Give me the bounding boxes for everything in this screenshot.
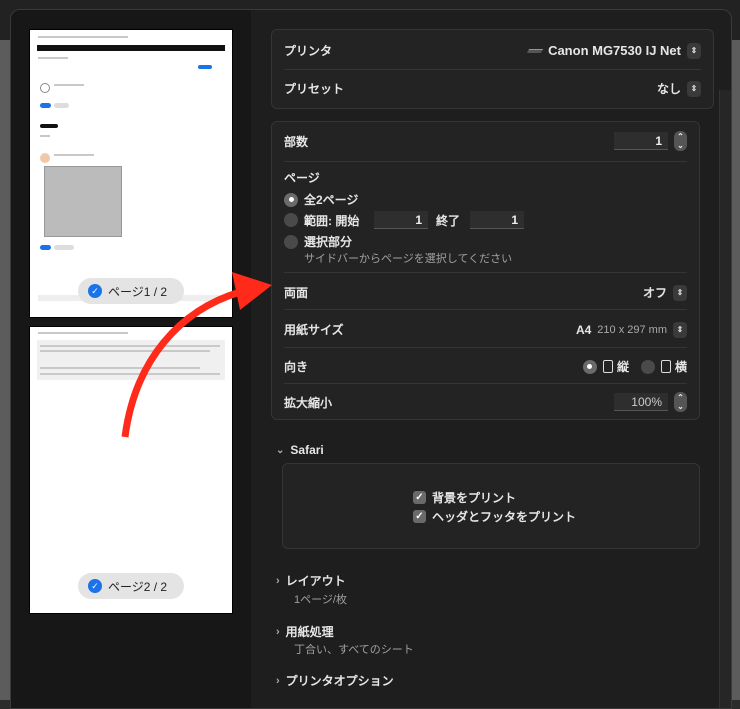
arrow-head — [232, 272, 272, 310]
arrow-shaft — [121, 288, 242, 438]
red-arrow-annotation — [121, 272, 272, 438]
